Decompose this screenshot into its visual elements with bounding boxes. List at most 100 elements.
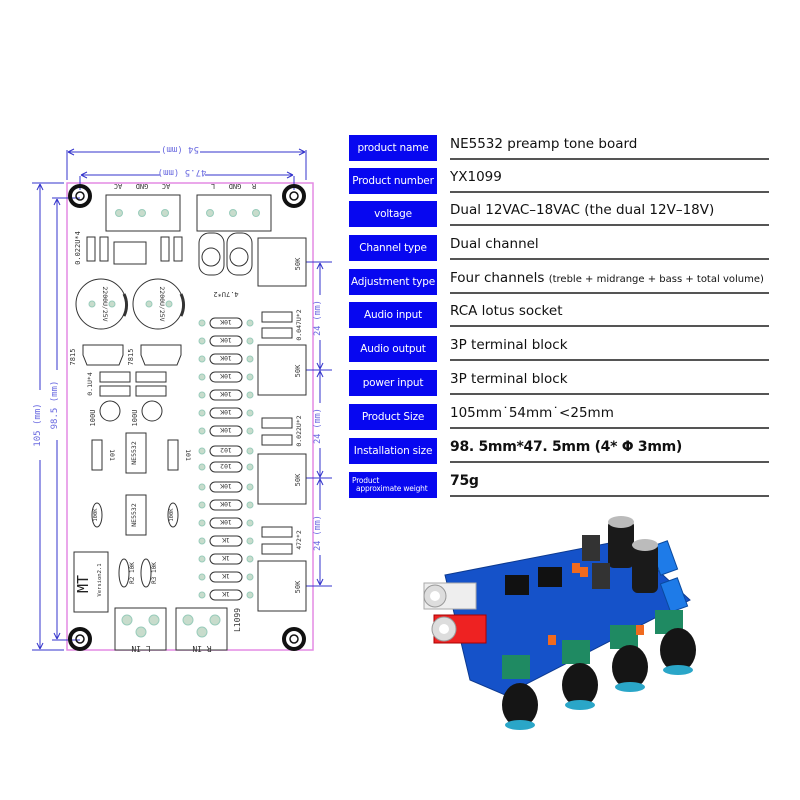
resistor-label: 102 (220, 462, 232, 470)
svg-text:50K: 50K (294, 257, 302, 270)
spec-value-text: 98. 5mm*47. 5mm (4* Φ 3mm) (450, 439, 683, 455)
spec-row: Audio output 3P terminal block (349, 336, 769, 362)
solder-pad (246, 355, 254, 363)
solder-pad (198, 519, 206, 527)
board-id: L1099 (233, 608, 242, 632)
solder-pad (246, 373, 254, 381)
spec-value-text: Dual channel (450, 236, 539, 252)
solder-pad (198, 447, 206, 455)
svg-text:NE5532: NE5532 (130, 503, 138, 527)
spec-label: Audio output (349, 336, 437, 362)
spec-label: product name (349, 135, 437, 161)
solder-pad (246, 337, 254, 345)
spec-label: Adjustment type (349, 269, 437, 295)
spec-underline (450, 191, 769, 193)
solder-pad (246, 427, 254, 435)
spec-underline (450, 495, 769, 497)
svg-text:4.7U*2: 4.7U*2 (213, 290, 238, 298)
left-input-label: L IN (131, 644, 150, 653)
spec-label: voltage (349, 201, 437, 227)
solder-pad (246, 319, 254, 327)
spec-value: 3P terminal block (450, 337, 568, 353)
svg-text:7815: 7815 (69, 349, 77, 366)
spec-value-text: Four channels (450, 270, 545, 286)
spec-value-text: 105mm˙54mm˙<25mm (450, 405, 614, 421)
solder-pad (198, 555, 206, 563)
solder-pad (198, 573, 206, 581)
spec-underline (450, 258, 769, 260)
spec-row: power input 3P terminal block (349, 370, 769, 396)
svg-text:7815: 7815 (127, 349, 135, 366)
spec-underline (450, 427, 769, 429)
svg-text:2200U/25V: 2200U/25V (158, 286, 166, 321)
spec-underline (450, 461, 769, 463)
solder-pad (198, 427, 206, 435)
solder-pad (246, 537, 254, 545)
svg-text:2200U/25V: 2200U/25V (101, 286, 109, 321)
resistor-label: 10K (220, 500, 232, 508)
svg-text:GND: GND (229, 182, 242, 190)
resistor-label: 10K (220, 518, 232, 526)
solder-pad (198, 463, 206, 471)
svg-text:101: 101 (108, 449, 116, 461)
brand-logo: MT (74, 575, 92, 593)
spec-value-text: 3P terminal block (450, 371, 568, 387)
spec-underline (450, 359, 769, 361)
solder-pad (198, 483, 206, 491)
spec-value-text: YX1099 (450, 169, 502, 185)
svg-text:NE5532: NE5532 (130, 441, 138, 465)
spec-underline (450, 292, 769, 294)
solder-pad (246, 391, 254, 399)
spec-row: voltage Dual 12VAC–18VAC (the dual 12V–18… (349, 201, 769, 227)
spec-value: Dual 12VAC–18VAC (the dual 12V–18V) (450, 202, 714, 218)
spec-label: Product number (349, 168, 437, 194)
solder-pad (246, 591, 254, 599)
resistor-label: 1K (222, 554, 230, 562)
dim-width-outer: 54 (mm) (161, 144, 199, 154)
spec-row: Adjustment type Four channels (treble + m… (349, 269, 769, 295)
dim-pot-spacing-3: 24 (mm) (313, 515, 323, 551)
spec-underline (450, 158, 769, 160)
pcb-dimension-drawing: 54 (mm) 47.5 (mm) 105 (mm) 98.5 (mm) 24 … (32, 144, 332, 653)
solder-pad (198, 391, 206, 399)
spec-value: 105mm˙54mm˙<25mm (450, 405, 614, 421)
resistor-label: 10K (220, 318, 232, 326)
spec-value: 98. 5mm*47. 5mm (4* Φ 3mm) (450, 439, 682, 455)
solder-pad (198, 355, 206, 363)
spec-value: Dual channel (450, 236, 539, 252)
solder-pad (198, 591, 206, 599)
resistor-label: 102 (220, 446, 232, 454)
resistor-label: 10K (220, 390, 232, 398)
solder-pad (198, 373, 206, 381)
product-photo (423, 516, 696, 730)
dim-width-inner: 47.5 (mm) (158, 167, 207, 177)
dim-height-inner: 98.5 (mm) (50, 381, 60, 430)
resistor-label: 10K (220, 354, 232, 362)
resistor-label: 1K (222, 572, 230, 580)
spec-row: Product number YX1099 (349, 168, 769, 194)
cap-label: 0.022U*4 (74, 231, 82, 265)
svg-text:R3 10K: R3 10K (151, 562, 158, 584)
spec-underline (450, 325, 769, 327)
solder-pad (246, 463, 254, 471)
spec-label: Channel type (349, 235, 437, 261)
svg-text:100U: 100U (131, 410, 139, 427)
spec-value-text: 3P terminal block (450, 337, 568, 353)
resistor-label: 10K (220, 426, 232, 434)
spec-value: YX1099 (450, 169, 502, 185)
spec-value: 75g (450, 473, 479, 489)
spec-underline (450, 224, 769, 226)
svg-text:0.022U*2: 0.022U*2 (295, 415, 303, 446)
svg-text:100K: 100K (169, 508, 175, 522)
svg-text:100U: 100U (89, 410, 97, 427)
spec-value-text: 75g (450, 473, 479, 489)
solder-pad (246, 573, 254, 581)
resistor-label: 10K (220, 336, 232, 344)
svg-text:50K: 50K (294, 473, 302, 486)
svg-text:472*2: 472*2 (295, 530, 303, 550)
svg-text:0.1U*4: 0.1U*4 (86, 372, 94, 396)
solder-pad (198, 501, 206, 509)
spec-row: product name NE5532 preamp tone board (349, 135, 769, 161)
solder-pad (246, 483, 254, 491)
spec-row: Product approximate weight 75g (349, 472, 769, 498)
